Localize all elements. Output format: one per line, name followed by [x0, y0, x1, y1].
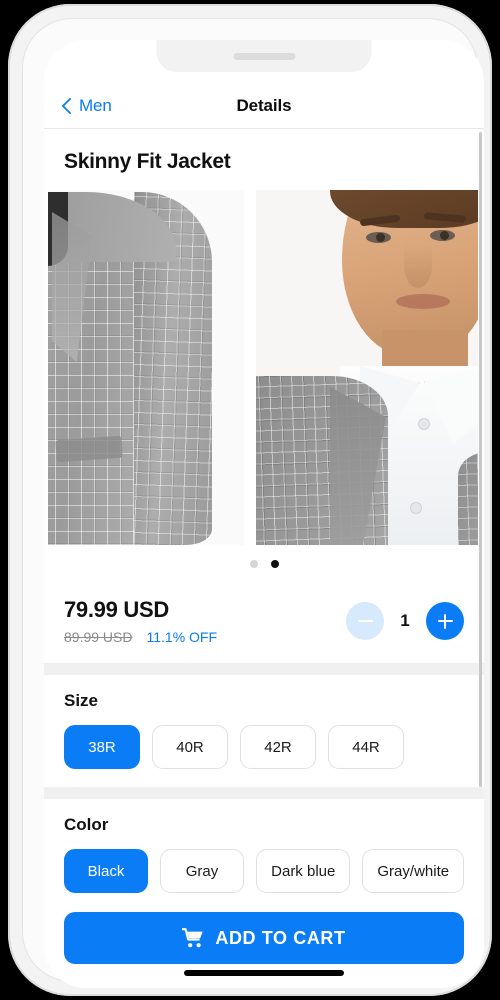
jacket-front-right: [458, 452, 478, 545]
size-chip-row[interactable]: 38R 40R 42R 44R: [64, 725, 464, 769]
navigation-bar: Men Details: [44, 84, 484, 129]
plus-icon-vertical: [443, 613, 447, 629]
section-divider-2: [44, 787, 484, 799]
original-price: 89.99 USD: [64, 629, 133, 645]
section-divider-1: [44, 663, 484, 675]
product-title-card: Skinny Fit Jacket: [44, 130, 484, 190]
product-title: Skinny Fit Jacket: [64, 150, 231, 173]
color-chip-gray-white[interactable]: Gray/white: [362, 849, 464, 893]
jacket-pocket-flap: [55, 435, 123, 463]
model-nose: [404, 244, 432, 288]
page-title: Details: [236, 96, 292, 115]
quantity-stepper[interactable]: 1: [346, 602, 464, 640]
shirt-button-bottom: [410, 502, 422, 514]
color-section-label: Color: [64, 815, 109, 834]
quantity-value: 1: [400, 611, 410, 630]
current-price: 79.99 USD: [64, 597, 169, 622]
color-option-section: Color Black Gray Dark blue Gray/white: [44, 799, 484, 900]
shirt-button-top: [418, 418, 430, 430]
device-frame: Men Details Skinny Fit Jacket 79.99 USD …: [8, 4, 492, 996]
add-to-cart-label: ADD TO CART: [215, 927, 346, 948]
product-gallery[interactable]: [44, 190, 484, 583]
size-chip-42r[interactable]: 42R: [240, 725, 316, 769]
price-block: 79.99 USD 89.99 USD 11.1% OFF: [64, 597, 217, 645]
price-sub-row: 89.99 USD 11.1% OFF: [64, 629, 217, 645]
add-to-cart-button[interactable]: ADD TO CART: [64, 912, 464, 964]
model-pupil-right: [440, 231, 449, 240]
carousel-pagination-dots[interactable]: [44, 545, 484, 583]
size-chip-44r[interactable]: 44R: [328, 725, 404, 769]
device-bezel: Men Details Skinny Fit Jacket 79.99 USD …: [22, 18, 484, 988]
carousel-dot-1[interactable]: [249, 560, 258, 568]
model-lips: [396, 294, 450, 309]
gallery-track[interactable]: [44, 190, 484, 545]
vertical-scrollbar[interactable]: [479, 132, 482, 787]
speaker-grille: [233, 53, 295, 60]
phone-screen: Men Details Skinny Fit Jacket 79.99 USD …: [44, 40, 484, 988]
price-and-quantity-row: 79.99 USD 89.99 USD 11.1% OFF 1: [44, 583, 484, 663]
size-chip-40r[interactable]: 40R: [152, 725, 228, 769]
gallery-slide-2[interactable]: [256, 190, 478, 545]
quantity-increase-button[interactable]: [426, 602, 464, 640]
quantity-decrease-button[interactable]: [346, 602, 384, 640]
carousel-dot-2[interactable]: [270, 560, 279, 568]
size-chip-38r[interactable]: 38R: [64, 725, 140, 769]
home-indicator: [184, 970, 344, 976]
discount-badge: 11.1% OFF: [146, 629, 218, 645]
gallery-slide-1[interactable]: [48, 190, 244, 545]
color-chip-black[interactable]: Black: [64, 849, 148, 893]
color-chip-row[interactable]: Black Gray Dark blue Gray/white: [64, 849, 464, 893]
minus-icon: [357, 619, 373, 623]
product-detail-scroll[interactable]: Skinny Fit Jacket 79.99 USD 89.99 USD 11…: [44, 130, 484, 900]
color-chip-gray[interactable]: Gray: [160, 849, 244, 893]
shopping-cart-icon: [182, 928, 203, 948]
size-option-section: Size 38R 40R 42R 44R: [44, 675, 484, 787]
color-chip-dark-blue[interactable]: Dark blue: [256, 849, 351, 893]
size-section-label: Size: [64, 691, 99, 710]
device-notch: [156, 40, 372, 72]
model-pupil-left: [376, 233, 385, 242]
